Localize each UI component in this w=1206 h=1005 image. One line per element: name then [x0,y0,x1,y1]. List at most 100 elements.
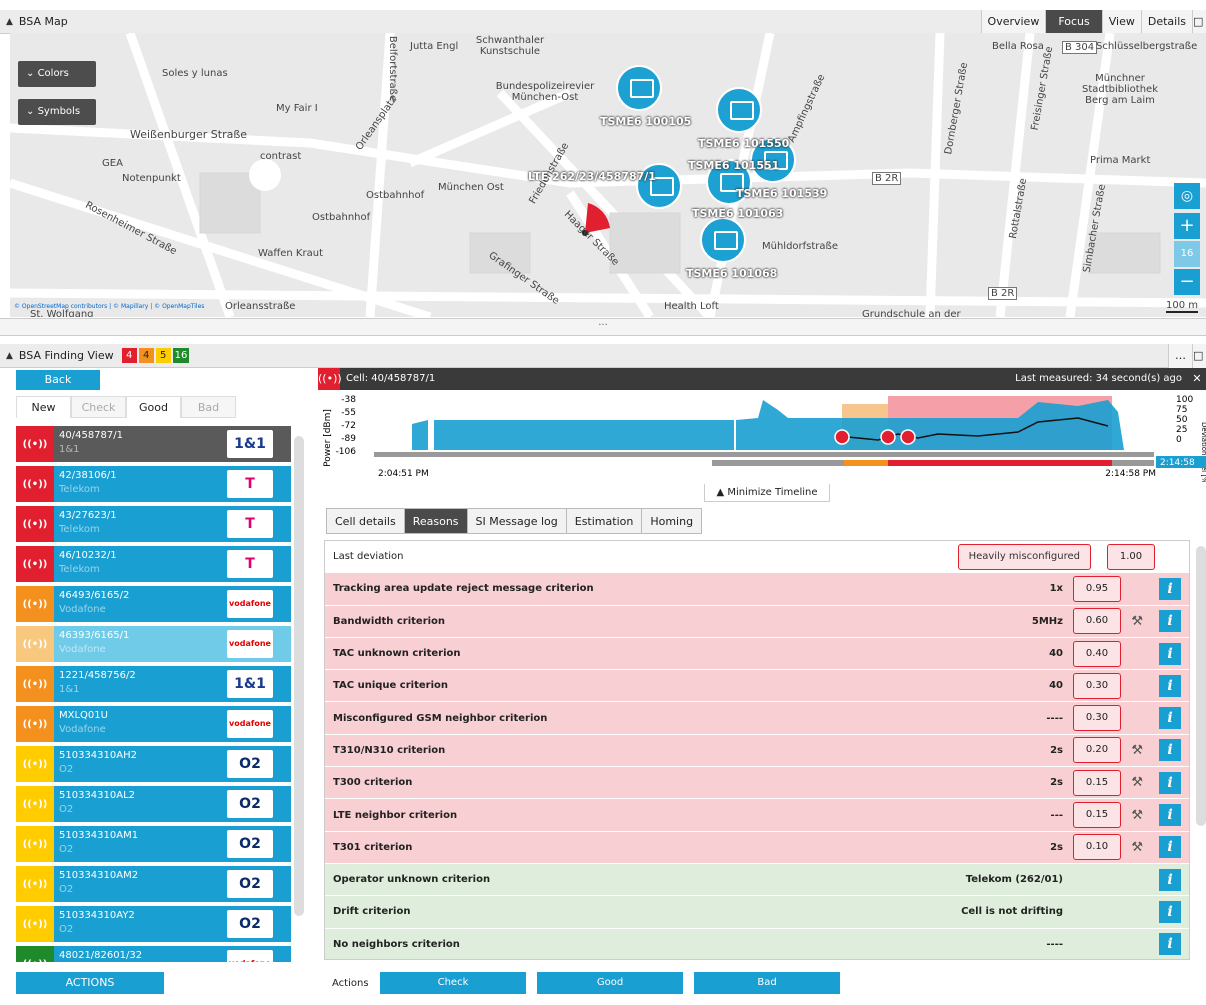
info-icon[interactable]: i [1159,804,1181,827]
map-label: Ostbahnhof [312,212,371,223]
minimize-timeline-button[interactable]: ▲ Minimize Timeline [704,484,830,502]
info-icon[interactable]: i [1159,674,1181,697]
attribution[interactable]: © OpenStreetMap contributors | © Mapilla… [14,303,204,310]
magic-wand-icon[interactable]: ⚒ [1131,775,1143,790]
actions-button[interactable]: ACTIONS [16,972,164,994]
tab-reasons[interactable]: Reasons [403,508,468,534]
site-marker-icon[interactable] [716,87,762,133]
cell-list-item[interactable]: ((•)) 510334310AH2 O2 O2 [16,746,291,782]
magic-wand-icon[interactable]: ⚒ [1131,808,1143,823]
cell-list-item[interactable]: ((•)) MXLQ01U Vodafone vodafone [16,706,291,742]
alert-marker-icon[interactable] [880,429,896,445]
more-icon[interactable]: … [1168,344,1192,368]
tab-good[interactable]: Good [126,396,181,418]
focus-button[interactable]: Focus [1045,10,1102,34]
map-label: Health Loft [664,301,719,312]
magic-wand-icon[interactable]: ⚒ [1131,743,1143,758]
finding-count-badge[interactable]: 4 [121,348,137,363]
site-marker-icon[interactable] [700,217,746,263]
overview-button[interactable]: Overview [980,10,1046,34]
zoom-out-button[interactable]: − [1174,269,1200,295]
criterion-value: 40 [1049,680,1063,692]
good-button[interactable]: Good [537,972,683,994]
colors-button[interactable]: ⌄ Colors [18,61,96,87]
reasons-scrollbar[interactable] [1196,546,1206,826]
cell-item-body: 48021/82601/32Vodafonevodafone [54,946,291,962]
symbols-button[interactable]: ⌄ Symbols [18,99,96,125]
antenna-icon: ((•)) [16,906,54,942]
info-icon[interactable]: i [1159,577,1181,600]
criterion-row: Drift criterion Cell is not drifting i [325,896,1189,929]
close-icon[interactable]: ✕ [1188,368,1206,390]
info-icon[interactable]: i [1159,868,1181,891]
splitter[interactable]: ··· [0,318,1206,336]
magic-wand-icon[interactable]: ⚒ [1131,614,1143,629]
map-label: Schwanthaler Kunstschule [475,35,545,57]
operator-logo: 1&1 [227,670,273,698]
criterion-row: TAC unknown criterion 40 0.40 i [325,637,1189,671]
magic-wand-icon[interactable]: ⚒ [1131,840,1143,855]
alert-marker-icon[interactable] [834,429,850,445]
tab-homing[interactable]: Homing [641,508,703,534]
map-canvas[interactable]: Soles y lunas Jutta Engl Schwanthaler Ku… [10,33,1206,317]
info-icon[interactable]: i [1159,900,1181,923]
tab-estimation[interactable]: Estimation [565,508,643,534]
info-icon[interactable]: i [1159,642,1181,665]
finding-count-badge[interactable]: 4 [138,348,154,363]
cell-item-body: 43/27623/1 Telekom T [54,506,291,542]
cell-list-item[interactable]: ((•)) 510334310AM1 O2 O2 [16,826,291,862]
finding-count-badge[interactable]: 16 [172,348,190,363]
check-button[interactable]: Check [380,972,526,994]
cell-list-item[interactable]: ((•)) 46493/6165/2 Vodafone vodafone [16,586,291,622]
info-icon[interactable]: i [1159,610,1181,633]
cell-item-body: 510334310AY2 O2 O2 [54,906,291,942]
collapse-caret-icon[interactable]: ▲ [6,17,13,27]
criterion-row: LTE neighbor criterion --- 0.15 ⚒ i [325,799,1189,832]
cell-list-item[interactable]: ((•)) 1221/458756/2 1&1 1&1 [16,666,291,702]
tab-bad[interactable]: Bad [181,396,236,418]
finding-count-badge[interactable]: 5 [155,348,171,363]
cell-list-item[interactable]: ((•))48021/82601/32Vodafonevodafone [16,946,291,962]
criterion-value: 2s [1050,841,1063,853]
cell-list-item[interactable]: ((•)) 510334310AL2 O2 O2 [16,786,291,822]
info-icon[interactable]: i [1159,771,1181,794]
finding-badges: 4 4 5 16 [120,348,190,363]
tab-check[interactable]: Check [71,396,126,418]
end-time: 2:14:58 PM [1105,469,1156,479]
bad-button[interactable]: Bad [694,972,840,994]
maximize-icon[interactable]: □ [1192,10,1206,34]
current-time: 2:14:58 [1160,458,1195,468]
cell-list-panel: Back New Check Good Bad ((•)) 40/458787/1… [10,368,310,1005]
cell-list-item[interactable]: ((•)) 46393/6165/1 Vodafone vodafone [16,626,291,662]
power-timeline[interactable]: Power [dBm] -38 -55 -72 -89 -106 100 75 50 25 0 Dev… [318,392,1206,487]
maximize-icon[interactable]: □ [1192,344,1206,368]
tab-si-message-log[interactable]: SI Message log [466,508,567,534]
cell-list-item[interactable]: ((•)) 46/10232/1 Telekom T [16,546,291,582]
cell-item-body: 42/38106/1 Telekom T [54,466,291,502]
cell-list-scrollbar[interactable] [294,436,304,916]
cell-list-item[interactable]: ((•)) 40/458787/1 1&1 1&1 [16,426,291,462]
info-icon[interactable]: i [1159,739,1181,762]
cell-list-item[interactable]: ((•)) 510334310AM2 O2 O2 [16,866,291,902]
criterion-score: 0.60 [1073,608,1121,635]
last-measured: Last measured: 34 second(s) ago [1015,373,1182,384]
zoom-in-button[interactable]: + [1174,213,1200,239]
info-icon[interactable]: i [1159,707,1181,730]
cell-list-item[interactable]: ((•)) 42/38106/1 Telekom T [16,466,291,502]
timeline-segment [712,460,844,466]
criterion-row: Tracking area update reject message crit… [325,573,1189,606]
locate-icon[interactable]: ◎ [1174,183,1200,209]
collapse-caret-icon[interactable]: ▲ [6,351,13,361]
details-button[interactable]: Details [1140,10,1192,34]
site-marker-icon[interactable] [616,65,662,111]
back-button[interactable]: Back [16,370,100,390]
info-icon[interactable]: i [1159,836,1181,859]
cell-list-item[interactable]: ((•)) 43/27623/1 Telekom T [16,506,291,542]
cell-list-item[interactable]: ((•)) 510334310AY2 O2 O2 [16,906,291,942]
tab-new[interactable]: New [16,396,71,418]
alert-marker-icon[interactable] [900,429,916,445]
view-button[interactable]: View [1101,10,1141,34]
criteria-list: Tracking area update reject message crit… [325,573,1189,959]
info-icon[interactable]: i [1159,933,1181,956]
tab-cell-details[interactable]: Cell details [326,508,405,534]
